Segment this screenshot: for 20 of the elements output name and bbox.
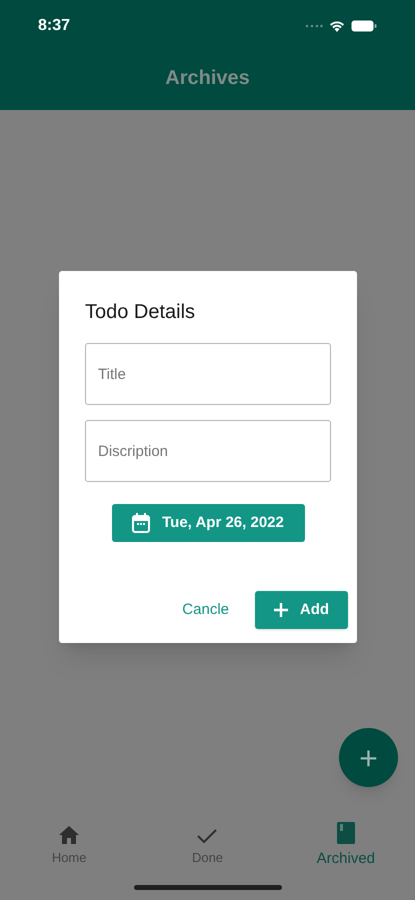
dialog-title: Todo Details [85, 300, 196, 325]
check-icon [197, 828, 218, 844]
cancel-button[interactable]: Cancle [174, 590, 237, 629]
status-time: 8:37 [38, 16, 70, 36]
nav-tab[interactable]: Archived [276, 822, 415, 870]
home-icon [59, 826, 80, 844]
app-bar-title: Archives [165, 66, 250, 91]
cellular-signal-icon [305, 24, 323, 28]
text-field[interactable]: Title [85, 343, 331, 405]
plus-icon [274, 602, 288, 617]
add-fab[interactable]: + [339, 728, 398, 787]
nav-tab[interactable]: Done [138, 822, 277, 868]
book-icon [336, 822, 355, 844]
nav-tab[interactable]: Home [0, 822, 138, 868]
wifi-icon [329, 20, 345, 32]
text-field[interactable]: Discription [85, 420, 331, 482]
add-button[interactable]: Add [255, 590, 348, 629]
calendar-icon [132, 513, 150, 533]
battery-icon [351, 20, 377, 32]
date-button[interactable]: Tue, Apr 26, 2022 [112, 504, 304, 542]
